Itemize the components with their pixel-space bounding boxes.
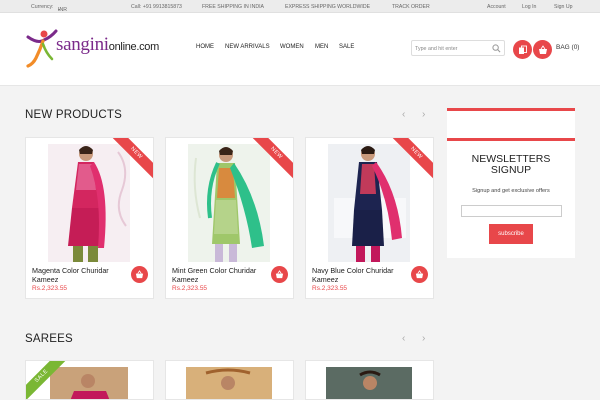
nav-home[interactable]: HOME (196, 44, 214, 50)
nav-women[interactable]: WOMEN (280, 44, 304, 50)
nav-sale[interactable]: SALE (339, 44, 354, 50)
sarees-title: SAREES (25, 333, 73, 345)
newsletter-title-line2: SIGNUP (490, 163, 532, 176)
bag-button[interactable] (533, 40, 552, 59)
express-shipping-text: EXPRESS SHIPPING WORLDWIDE (285, 3, 371, 10)
newsletter-subtitle: Signup and get exclusive offers (472, 188, 550, 194)
search-box (411, 40, 505, 56)
product-price: Rs.2,323.55 (32, 285, 68, 292)
brand-wordmark: sanginionline.com (56, 34, 159, 56)
bag-label[interactable]: BAG (0) (556, 44, 579, 51)
product-price: Rs.2,323.55 (312, 285, 348, 292)
currency-label: Currency: (31, 3, 54, 10)
chevron-down-icon: ▾ (58, 7, 61, 12)
prev-arrow-icon[interactable]: ‹ (402, 333, 405, 344)
top-bar: Currency: INR ▾ Call: +91 9913815873 FRE… (0, 0, 600, 13)
basket-icon (275, 270, 284, 279)
new-products-title: NEW PRODUCTS (25, 109, 122, 121)
product-card[interactable] (305, 360, 434, 400)
account-link[interactable]: Account (487, 4, 506, 10)
add-to-cart-button[interactable] (131, 266, 148, 283)
product-card[interactable]: SALE (25, 360, 154, 400)
product-image[interactable] (306, 361, 433, 400)
product-name[interactable]: Navy Blue Color Churidar Kameez (312, 266, 402, 284)
add-to-cart-button[interactable] (411, 266, 428, 283)
product-card[interactable] (165, 360, 294, 400)
free-shipping-text: FREE SHIPPING IN INDIA (202, 3, 264, 10)
accent-divider (447, 138, 575, 141)
product-price: Rs.2,323.55 (172, 285, 208, 292)
compare-button[interactable] (513, 40, 532, 59)
next-arrow-icon[interactable]: › (422, 109, 425, 120)
accent-divider (447, 108, 575, 111)
search-input[interactable] (415, 43, 491, 54)
nav-men[interactable]: MEN (315, 44, 328, 50)
subscribe-button[interactable]: subscribe (489, 224, 533, 244)
newsletter-title-line1: NEWSLETTERS (471, 153, 551, 165)
newsletter-title: NEWSLETTERS SIGNUP (447, 154, 575, 175)
next-arrow-icon[interactable]: › (422, 333, 425, 344)
login-link[interactable]: Log In (522, 4, 536, 10)
brand-logo[interactable]: sanginionline.com (24, 28, 166, 68)
basket-icon (415, 270, 424, 279)
basket-icon (538, 44, 547, 54)
product-image[interactable] (166, 361, 293, 400)
product-card[interactable]: NEW Magenta Color Churidar Kameez Rs.2,3… (25, 137, 154, 299)
nav-new-arrivals[interactable]: NEW ARRIVALS (225, 44, 270, 50)
dancer-logo-icon (26, 29, 58, 68)
signup-link[interactable]: Sign Up (554, 4, 572, 10)
product-name[interactable]: Mint Green Color Churidar Kameez (172, 266, 262, 284)
call-number: Call: +91 9913815873 (131, 3, 182, 10)
add-to-cart-button[interactable] (271, 266, 288, 283)
prev-arrow-icon[interactable]: ‹ (402, 109, 405, 120)
track-order-link[interactable]: TRACK ORDER (392, 4, 430, 10)
newsletter-panel: NEWSLETTERS SIGNUP Signup and get exclus… (447, 108, 575, 258)
product-card[interactable]: NEW Navy Blue Color Churidar Kameez Rs.2… (305, 137, 434, 299)
basket-icon (135, 270, 144, 279)
brand-suffix: online.com (108, 41, 160, 53)
product-name[interactable]: Magenta Color Churidar Kameez (32, 266, 122, 284)
sarees-section: SAREES ‹ › SALE (0, 318, 600, 400)
site-header: sanginionline.com HOME NEW ARRIVALS WOME… (0, 13, 600, 86)
brand-name: sangini (56, 34, 109, 55)
copy-icon (518, 45, 527, 54)
search-icon[interactable] (492, 44, 501, 53)
newsletter-email-field[interactable] (461, 205, 562, 217)
product-card[interactable]: NEW Mint Green Color Churidar Kameez Rs.… (165, 137, 294, 299)
